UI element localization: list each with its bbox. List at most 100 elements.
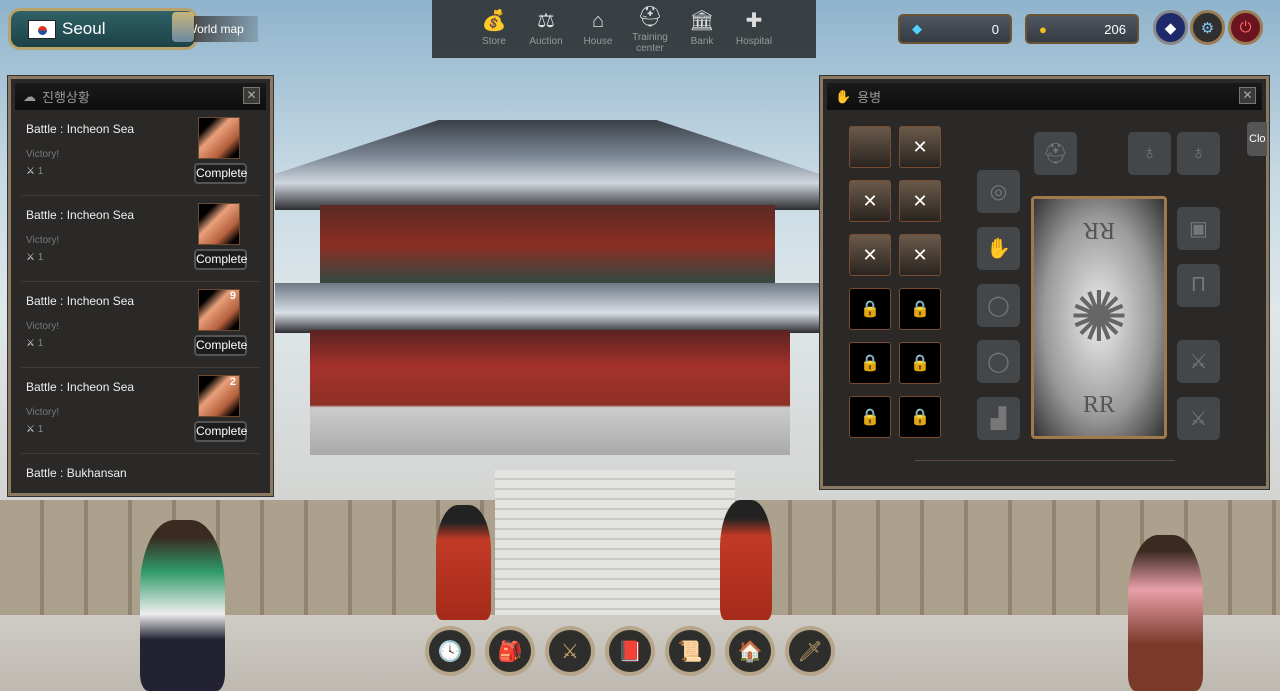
complete-button[interactable]: Complete [194,249,247,270]
reward-item-wood[interactable] [198,117,240,159]
sword-scroll-icon: 🗡 [797,640,823,663]
earring-icon: ♁ [1142,142,1157,164]
power-icon: ⏻ [1239,19,1252,36]
locked-mercenary-slot[interactable]: 🔒 [849,396,891,438]
info-book-button[interactable]: 📕 [605,626,655,676]
ring-icon: ◯ [987,351,1010,373]
locked-mercenary-slot[interactable]: 🔒 [849,288,891,330]
mercenary-portrait[interactable]: ✕ [899,180,941,222]
complete-button[interactable]: Complete [194,335,247,356]
boots-icon: ▟ [990,408,1007,430]
palace-upper-floor [320,205,775,285]
reward-item-wood[interactable]: 9 [198,289,240,331]
palace-stairs [495,470,735,620]
close-button[interactable]: ✕ [243,87,260,104]
gloves-icon: ✋ [986,238,1011,260]
item-quantity: 9 [229,290,236,302]
character-card[interactable]: RR ✺ RR [1031,196,1167,439]
trade-button[interactable]: 📜 [665,626,715,676]
weapon-slot-1[interactable]: ⚔ [1177,340,1220,383]
unavailable-x-icon: ✕ [862,190,878,211]
complete-button[interactable]: Complete [194,163,247,184]
nav-hospital[interactable]: ✚ Hospital [730,8,778,58]
settings-button[interactable]: ⚙ [1190,10,1225,45]
crossed-swords-icon: ⚔ [26,424,35,435]
lock-icon: 🔒 [910,355,930,372]
boots-slot[interactable]: ▟ [977,397,1020,440]
reward-item-wood[interactable] [198,203,240,245]
top-nav: 💰 Store ⚖ Auction ⌂ House ⛑ Training center … [432,0,816,58]
locked-mercenary-slot[interactable]: 🔒 [899,396,941,438]
quest-button[interactable]: 🗡 [785,626,835,676]
ring-slot-1[interactable]: ◯ [977,284,1020,327]
building-button[interactable]: 🏠 [725,626,775,676]
close-button[interactable]: ✕ [1239,87,1256,104]
diamond-counter: ◆ 0 [898,14,1012,44]
bank-icon: 🏛 [689,10,715,32]
coins-document-icon: 📜 [677,640,703,663]
pants-slot[interactable]: Π [1177,264,1220,307]
knight-armor-icon: ⚔ [561,640,579,663]
locked-mercenary-slot[interactable]: 🔒 [849,342,891,384]
diamond-shop-button[interactable]: ◆ [1153,10,1188,45]
mercenary-icon: ✋ [835,88,852,104]
earring-slot-1[interactable]: ♁ [1128,132,1171,175]
gold-value: 206 [1104,21,1126,37]
inventory-button[interactable]: 🎒 [485,626,535,676]
complete-button[interactable]: Complete [194,421,247,442]
nav-store[interactable]: 💰 Store [470,8,518,58]
book-icon: 📕 [617,640,643,663]
power-button[interactable]: ⏻ [1228,10,1263,45]
panel-header: ✋ 용병 ✕ [827,83,1262,110]
close-tab[interactable]: Clo [1247,122,1267,156]
progress-panel: ☁ 진행상황 ✕ Battle : Incheon Sea Victory! ⚔ 1 … [8,76,273,496]
nav-auction[interactable]: ⚖ Auction [522,8,570,58]
crossed-swords-icon: ⚔ [26,166,35,177]
count-value: 1 [37,424,44,435]
card-emblem-icon: ✺ [1069,279,1129,357]
world-map-icon[interactable] [172,12,194,42]
nav-label: House [583,36,613,47]
npc-guard-left[interactable] [436,505,491,620]
armor-icon: ▣ [1189,218,1208,240]
backpack-icon: 🎒 [497,640,523,663]
armor-slot[interactable]: ▣ [1177,207,1220,250]
mercenary-portrait[interactable]: ✕ [849,180,891,222]
money-bag-icon: 💰 [481,10,507,32]
mercenary-portrait[interactable]: ✕ [899,234,941,276]
earring-icon: ♁ [1191,142,1206,164]
progress-row: Battle : BukhansanComplete [21,454,260,493]
nav-house[interactable]: ⌂ House [574,8,622,58]
ring-slot-2[interactable]: ◯ [977,340,1020,383]
necklace-slot[interactable]: ◎ [977,170,1020,213]
nav-label: Training center [632,32,668,54]
close-tab-label: Clo [1249,133,1266,145]
nav-label: Hospital [735,36,773,47]
location-badge[interactable]: Seoul [8,8,198,50]
settings-clock-button[interactable]: 🕓 [425,626,475,676]
npc-woman-green[interactable] [140,520,225,691]
reward-item-wood[interactable]: 2 [198,375,240,417]
locked-mercenary-slot[interactable]: 🔒 [899,288,941,330]
weapon-slot-2[interactable]: ⚔ [1177,397,1220,440]
nav-label: Auction [529,36,563,47]
equipment-button[interactable]: ⚔ [545,626,595,676]
locked-mercenary-slot[interactable]: 🔒 [899,342,941,384]
nav-bank[interactable]: 🏛 Bank [678,8,726,58]
lock-icon: 🔒 [910,301,930,318]
progress-row: Battle : Incheon Sea Victory! ⚔ 1 Complet… [21,196,260,282]
shield-cross-icon: ✚ [745,10,763,32]
earring-slot-2[interactable]: ♁ [1177,132,1220,175]
npc-woman-pink[interactable] [1128,535,1203,691]
mercenary-portrait[interactable] [849,126,891,168]
crossed-swords-icon: ⚔ [26,338,35,349]
npc-guard-right[interactable] [720,500,772,620]
card-logo-top: RR [1082,216,1115,243]
item-quantity: 2 [229,376,236,388]
mercenary-portrait[interactable]: ✕ [899,126,941,168]
nav-training-center[interactable]: ⛑ Training center [626,4,674,58]
mercenary-portrait[interactable]: ✕ [849,234,891,276]
south-korea-flag-icon [28,19,56,39]
helmet-slot[interactable]: ⛑ [1034,132,1077,175]
gloves-slot[interactable]: ✋ [977,227,1020,270]
